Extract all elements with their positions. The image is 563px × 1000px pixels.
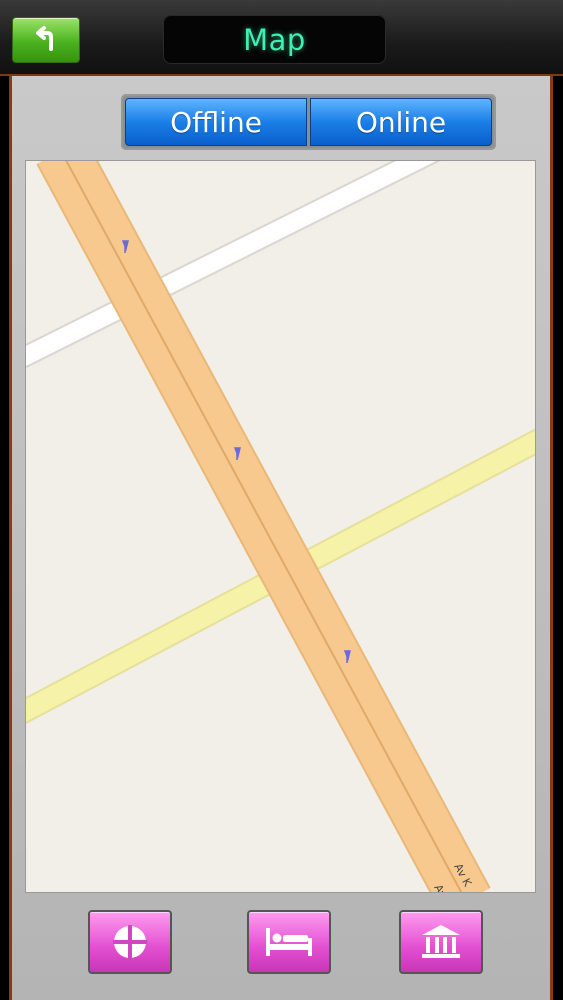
museum-icon [422, 925, 460, 958]
online-button[interactable]: Online [310, 98, 492, 146]
title-display: Map [163, 15, 386, 64]
map-view[interactable]: Av Av K [25, 160, 536, 893]
back-arrow-icon [36, 26, 53, 51]
hotel-button[interactable] [247, 910, 331, 974]
hotel-bed-icon [266, 928, 312, 956]
map-mode-toggle: Offline Online [121, 94, 496, 150]
museum-button[interactable] [399, 910, 483, 974]
offline-button[interactable]: Offline [125, 98, 307, 146]
compass-button[interactable] [88, 910, 172, 974]
back-button[interactable] [12, 17, 80, 63]
top-bar: Map [0, 0, 563, 76]
page-title: Map [243, 22, 306, 57]
map-canvas[interactable]: Av Av K [26, 161, 535, 892]
compass-crosshair-icon [113, 925, 147, 959]
